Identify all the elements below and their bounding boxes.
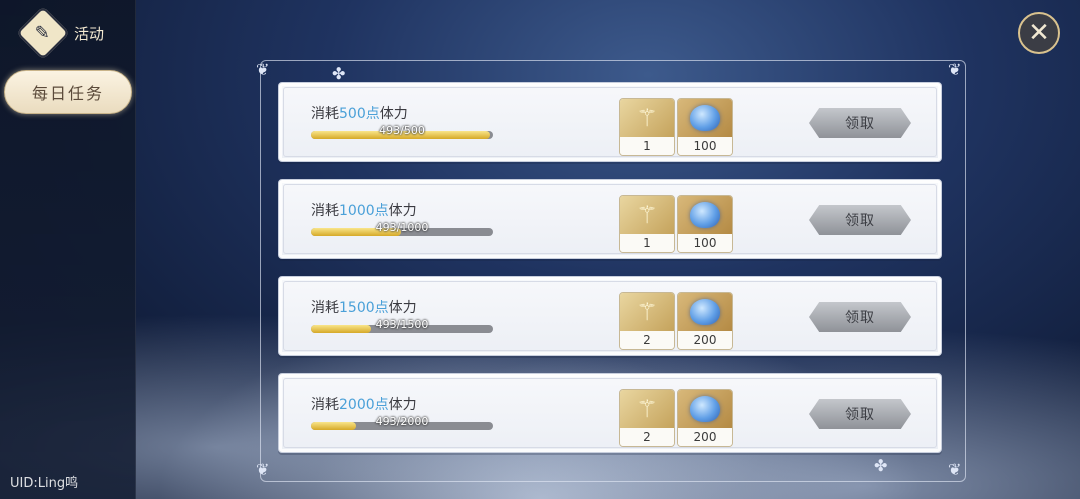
corner-ornament-icon: ❦: [948, 460, 962, 479]
reward-count: 100: [678, 137, 732, 155]
task-amount: 500点: [339, 106, 380, 122]
claim-button[interactable]: 领取: [809, 399, 911, 429]
corner-ornament-icon: ❦: [256, 460, 270, 479]
activity-emblem-icon: ✎: [16, 6, 70, 60]
activity-header: ✎ 活动: [16, 6, 105, 60]
slime-gem-icon: [678, 196, 732, 234]
task-amount: 2000点: [339, 397, 389, 413]
reward-item[interactable]: ⚚ 2: [619, 389, 675, 447]
close-icon: ✕: [1028, 18, 1050, 48]
reward-item[interactable]: 100: [677, 195, 733, 253]
reward-count: 1: [620, 234, 674, 252]
progress-text: 493/500: [379, 124, 425, 137]
reward-count: 2: [620, 331, 674, 349]
corner-ornament-icon: ❦: [948, 60, 962, 79]
activity-title: 活动: [74, 24, 105, 43]
close-button[interactable]: ✕: [1018, 12, 1060, 54]
task-title: 消耗1000点体力: [311, 203, 417, 219]
sidebar: ✎ 活动 每日任务 UID:Ling鸣: [0, 0, 136, 499]
wand-icon: ⚚: [620, 390, 674, 428]
task-amount: 1500点: [339, 300, 389, 316]
wand-icon: ⚚: [620, 196, 674, 234]
slime-gem-icon: [678, 99, 732, 137]
wand-icon: ⚚: [620, 99, 674, 137]
reward-count: 200: [678, 331, 732, 349]
slime-gem-icon: [678, 390, 732, 428]
uid-label: UID:Ling鸣: [10, 476, 79, 491]
progress-bar: 493/2000: [311, 415, 493, 430]
reward-count: 1: [620, 137, 674, 155]
frame-ornament-icon: ✤: [332, 64, 346, 83]
reward-item[interactable]: ⚚ 1: [619, 195, 675, 253]
reward-item[interactable]: ⚚ 2: [619, 292, 675, 350]
wand-icon: ⚚: [620, 293, 674, 331]
progress-text: 493/1500: [375, 318, 429, 331]
task-list: 消耗500点体力 493/500 ⚚ 1 100 领取 消耗1000点体力 49…: [278, 82, 942, 470]
corner-ornament-icon: ❦: [256, 60, 270, 79]
reward-count: 200: [678, 428, 732, 446]
task-card: 消耗1500点体力 493/1500 ⚚ 2 200 领取: [278, 276, 942, 356]
reward-item[interactable]: ⚚ 1: [619, 98, 675, 156]
task-amount: 1000点: [339, 203, 389, 219]
task-card: 消耗500点体力 493/500 ⚚ 1 100 领取: [278, 82, 942, 162]
reward-count: 2: [620, 428, 674, 446]
progress-text: 493/1000: [375, 221, 429, 234]
claim-button[interactable]: 领取: [809, 108, 911, 138]
reward-count: 100: [678, 234, 732, 252]
task-title: 消耗2000点体力: [311, 397, 417, 413]
slime-gem-icon: [678, 293, 732, 331]
claim-button[interactable]: 领取: [809, 302, 911, 332]
tab-daily-tasks[interactable]: 每日任务: [4, 70, 132, 114]
progress-text: 493/2000: [375, 415, 429, 428]
task-title: 消耗500点体力: [311, 106, 408, 122]
reward-item[interactable]: 200: [677, 292, 733, 350]
claim-button[interactable]: 领取: [809, 205, 911, 235]
reward-item[interactable]: 100: [677, 98, 733, 156]
task-card: 消耗1000点体力 493/1000 ⚚ 1 100 领取: [278, 179, 942, 259]
task-title: 消耗1500点体力: [311, 300, 417, 316]
task-card: 消耗2000点体力 493/2000 ⚚ 2 200 领取: [278, 373, 942, 453]
progress-bar: 493/500: [311, 124, 493, 139]
reward-item[interactable]: 200: [677, 389, 733, 447]
progress-bar: 493/1500: [311, 318, 493, 333]
progress-bar: 493/1000: [311, 221, 493, 236]
